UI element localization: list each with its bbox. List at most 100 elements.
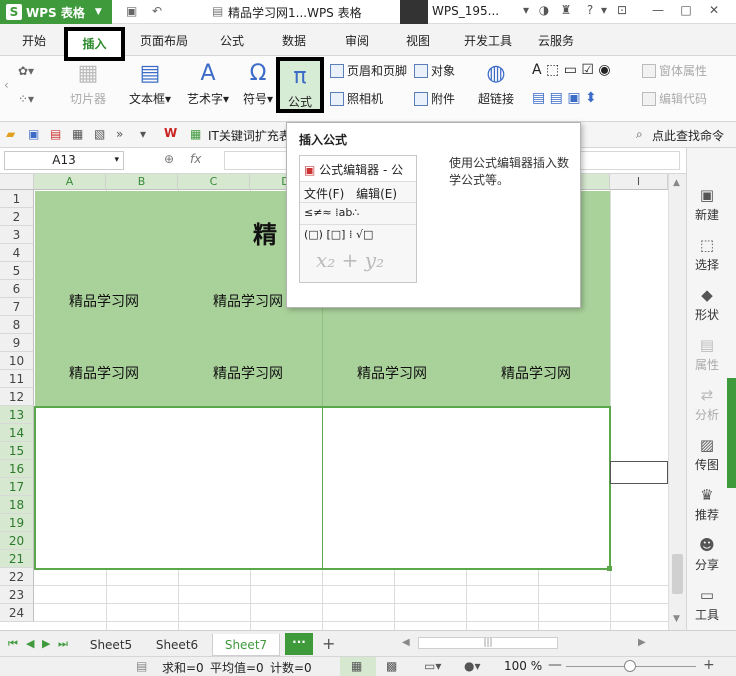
sidebar-item-upload-image[interactable]: ▨ 传图: [687, 436, 727, 473]
row-header[interactable]: 16: [0, 460, 34, 478]
zoom-in-icon[interactable]: +: [703, 657, 715, 673]
edit-code-button[interactable]: 编辑代码: [642, 90, 707, 107]
row-header[interactable]: 9: [0, 334, 34, 352]
row-header[interactable]: 12: [0, 388, 34, 406]
tab-review[interactable]: 审阅: [345, 32, 369, 49]
scroll-thumb[interactable]: [672, 554, 683, 594]
object-button[interactable]: 对象: [414, 62, 455, 79]
chart-icon[interactable]: ⁘▾: [18, 92, 34, 106]
more-icon[interactable]: »: [116, 127, 123, 141]
column-header[interactable]: I: [610, 174, 668, 190]
sidebar-item-tools[interactable]: ▭ 工具: [687, 586, 727, 623]
row-header[interactable]: 10: [0, 352, 34, 370]
row-header[interactable]: 22: [0, 568, 34, 586]
app-menu-button[interactable]: S WPS 表格 ▼: [0, 0, 112, 24]
last-sheet-icon[interactable]: ⏭: [58, 637, 68, 651]
page-break-view-icon[interactable]: ▩: [386, 659, 397, 673]
row-header[interactable]: 2: [0, 208, 34, 226]
tab-insert[interactable]: 插入: [64, 27, 125, 61]
preview-icon[interactable]: ▧: [94, 127, 105, 141]
sidebar-item-new[interactable]: ▣ 新建: [687, 186, 727, 223]
tab-home[interactable]: 开始: [22, 32, 46, 49]
sheet-tab[interactable]: Sheet5: [80, 634, 142, 656]
zoom-slider-handle[interactable]: [624, 660, 636, 672]
column-header[interactable]: C: [178, 174, 250, 190]
more-sheets-icon[interactable]: ···: [285, 633, 313, 655]
sidebar-handle[interactable]: [727, 378, 736, 488]
maximize-icon[interactable]: □: [678, 3, 694, 21]
sheet-tab[interactable]: Sheet6: [146, 634, 208, 656]
horizontal-scroll-thumb[interactable]: |||: [418, 637, 558, 649]
column-header[interactable]: B: [106, 174, 178, 190]
restore-ribbon-icon[interactable]: ⊡: [614, 3, 630, 21]
header-footer-button[interactable]: 页眉和页脚: [330, 62, 407, 79]
symbol-button[interactable]: Ω 符号▾: [240, 60, 276, 107]
save-icon[interactable]: ▣: [28, 127, 39, 141]
pdf-icon[interactable]: ▤: [50, 127, 61, 141]
row-header[interactable]: 21: [0, 550, 34, 568]
zoom-level[interactable]: 100 %: [504, 659, 542, 673]
scroll-up-icon[interactable]: ▲: [673, 178, 680, 188]
column-header[interactable]: A: [34, 174, 106, 190]
sidebar-item-analyze[interactable]: ⇄ 分析: [687, 386, 727, 423]
close-icon[interactable]: ✕: [706, 3, 722, 21]
camera-button[interactable]: 照相机: [330, 90, 383, 107]
chevron-down-icon[interactable]: ▾: [140, 127, 146, 141]
shirt-icon[interactable]: ♜: [558, 3, 574, 21]
list-controls-icon[interactable]: ▤ ▤ ▣ ⬍: [532, 90, 597, 106]
undo-icon[interactable]: ↶: [152, 4, 162, 18]
eye-protection-icon[interactable]: ●▾: [464, 659, 481, 673]
shapes-icon[interactable]: ✿▾: [18, 64, 34, 78]
first-sheet-icon[interactable]: ⏮: [8, 637, 18, 651]
tab-formulas[interactable]: 公式: [220, 32, 244, 49]
row-header[interactable]: 1: [0, 190, 34, 208]
user-name[interactable]: WPS_195...: [432, 4, 499, 18]
document-tab[interactable]: IT关键词扩充表: [208, 127, 291, 144]
fill-handle[interactable]: [607, 566, 612, 571]
tab-data[interactable]: 数据: [282, 32, 306, 49]
tab-cloud[interactable]: 云服务: [538, 32, 574, 49]
chevron-down-icon[interactable]: ▾: [596, 3, 612, 21]
tab-page-layout[interactable]: 页面布局: [140, 32, 188, 49]
save-icon[interactable]: ▣: [126, 4, 137, 18]
form-controls-icon[interactable]: A ⬚ ▭ ☑ ◉: [532, 62, 611, 78]
open-icon[interactable]: ▰: [6, 127, 15, 141]
row-header[interactable]: 11: [0, 370, 34, 388]
row-header[interactable]: 8: [0, 316, 34, 334]
form-properties-button[interactable]: 窗体属性: [642, 62, 707, 79]
find-command-input[interactable]: 点此查找命令: [652, 127, 724, 144]
next-sheet-icon[interactable]: ▶: [42, 637, 50, 650]
active-cell-outline[interactable]: [610, 461, 668, 484]
hyperlink-button[interactable]: ◍ 超链接: [474, 60, 518, 107]
scroll-down-icon[interactable]: ▼: [673, 614, 680, 624]
attachment-button[interactable]: 附件: [414, 90, 455, 107]
fx-icon[interactable]: fx: [190, 152, 201, 166]
row-header[interactable]: 5: [0, 262, 34, 280]
row-header[interactable]: 23: [0, 586, 34, 604]
row-header[interactable]: 13: [0, 406, 34, 424]
zoom-icon[interactable]: ⊕: [164, 152, 174, 166]
print-icon[interactable]: ▦: [72, 127, 83, 141]
sidebar-item-recommend[interactable]: ♛ 推荐: [687, 486, 727, 523]
name-box[interactable]: A13 ▾: [4, 151, 124, 170]
add-sheet-icon[interactable]: +: [322, 634, 335, 653]
row-header[interactable]: 20: [0, 532, 34, 550]
row-header[interactable]: 18: [0, 496, 34, 514]
row-header[interactable]: 15: [0, 442, 34, 460]
page-layout-view-icon[interactable]: ▭▾: [424, 659, 441, 673]
wordart-button[interactable]: A 艺术字▾: [182, 60, 234, 107]
scroll-right-icon[interactable]: ▶: [638, 637, 646, 648]
row-header[interactable]: 7: [0, 298, 34, 316]
textbox-button[interactable]: ▤ 文本框▾: [124, 60, 176, 107]
row-header[interactable]: 17: [0, 478, 34, 496]
sidebar-item-shape[interactable]: ◆ 形状: [687, 286, 727, 323]
row-header[interactable]: 14: [0, 424, 34, 442]
scroll-left-icon[interactable]: ‹: [4, 78, 9, 92]
tab-developer[interactable]: 开发工具: [464, 32, 512, 49]
sheet-tab-active[interactable]: Sheet7: [212, 634, 280, 656]
chevron-down-icon[interactable]: ▾: [518, 3, 534, 21]
tab-view[interactable]: 视图: [406, 32, 430, 49]
sidebar-item-select[interactable]: ⬚ 选择: [687, 236, 727, 273]
sidebar-item-share[interactable]: ☻ 分享: [687, 536, 727, 573]
sidebar-item-properties[interactable]: ▤ 属性: [687, 336, 727, 373]
